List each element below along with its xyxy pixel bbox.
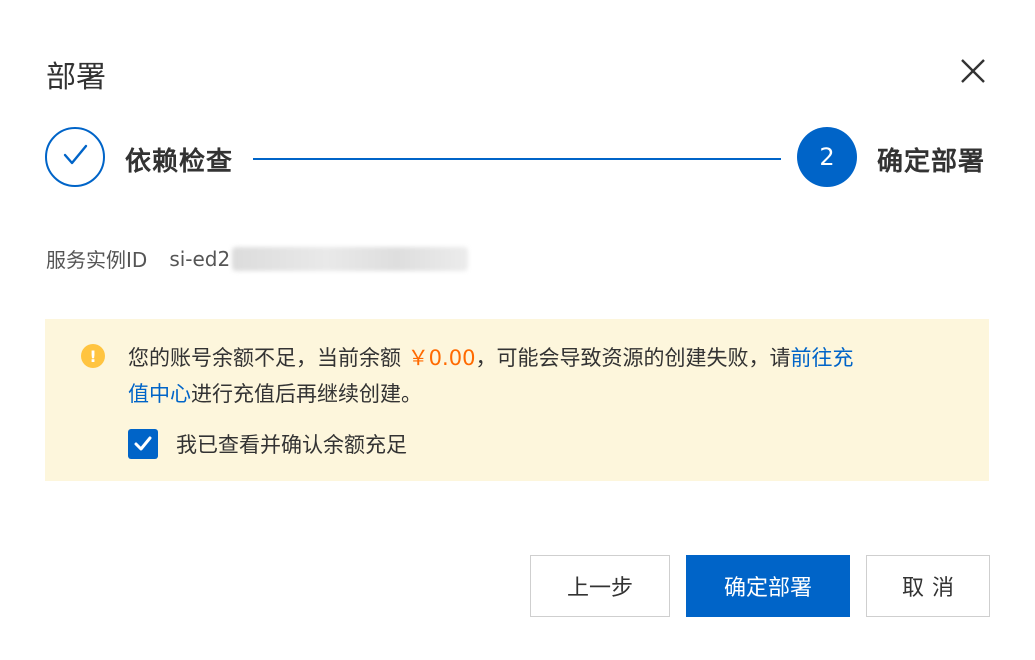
confirm-balance-row[interactable]: 我已查看并确认余额充足 (128, 429, 407, 459)
step-connector (253, 158, 781, 160)
close-icon[interactable] (956, 54, 990, 88)
step-1-label: 依赖检查 (125, 147, 234, 177)
warning-text-after: 进行充值后再继续创建。 (191, 382, 422, 406)
step-1-done-indicator (45, 127, 105, 187)
warning-text-middle: ，可能会导致资源的创建失败，请 (475, 346, 791, 370)
recharge-center-link-part2[interactable]: 值中心 (128, 382, 191, 406)
instance-id-value: si-ed2 (169, 246, 231, 271)
confirm-balance-checkbox[interactable] (128, 429, 158, 459)
warning-icon: ! (81, 344, 105, 368)
warning-text-before: 您的账号余额不足，当前余额 (128, 346, 401, 370)
previous-step-button[interactable]: 上一步 (530, 555, 670, 617)
instance-id-row: 服务实例ID si-ed2 (46, 244, 469, 273)
deploy-dialog: 部署 依赖检查 2 确定部署 服务实例ID si-ed2 ! 您的账号余额不足，… (0, 0, 1035, 660)
check-icon (60, 140, 90, 174)
balance-warning-notice: ! 您的账号余额不足，当前余额 ￥0.00，可能会导致资源的创建失败，请前往充值… (45, 319, 989, 481)
confirm-balance-label[interactable]: 我已查看并确认余额充足 (176, 429, 407, 459)
dialog-title: 部署 (46, 60, 106, 95)
redacted-instance-id (232, 246, 469, 271)
confirm-deploy-button[interactable]: 确定部署 (686, 555, 850, 617)
stepper: 依赖检查 2 确定部署 (45, 127, 990, 191)
step-2-label: 确定部署 (877, 147, 986, 177)
instance-id-label: 服务实例ID (46, 248, 148, 272)
balance-amount: ￥0.00 (407, 346, 476, 370)
warning-text: 您的账号余额不足，当前余额 ￥0.00，可能会导致资源的创建失败，请前往充值中心… (128, 340, 968, 412)
cancel-button[interactable]: 取消 (866, 555, 990, 617)
checkmark-icon (134, 436, 152, 451)
recharge-center-link-part1[interactable]: 前往充 (790, 346, 853, 370)
step-2-indicator: 2 (797, 127, 857, 187)
